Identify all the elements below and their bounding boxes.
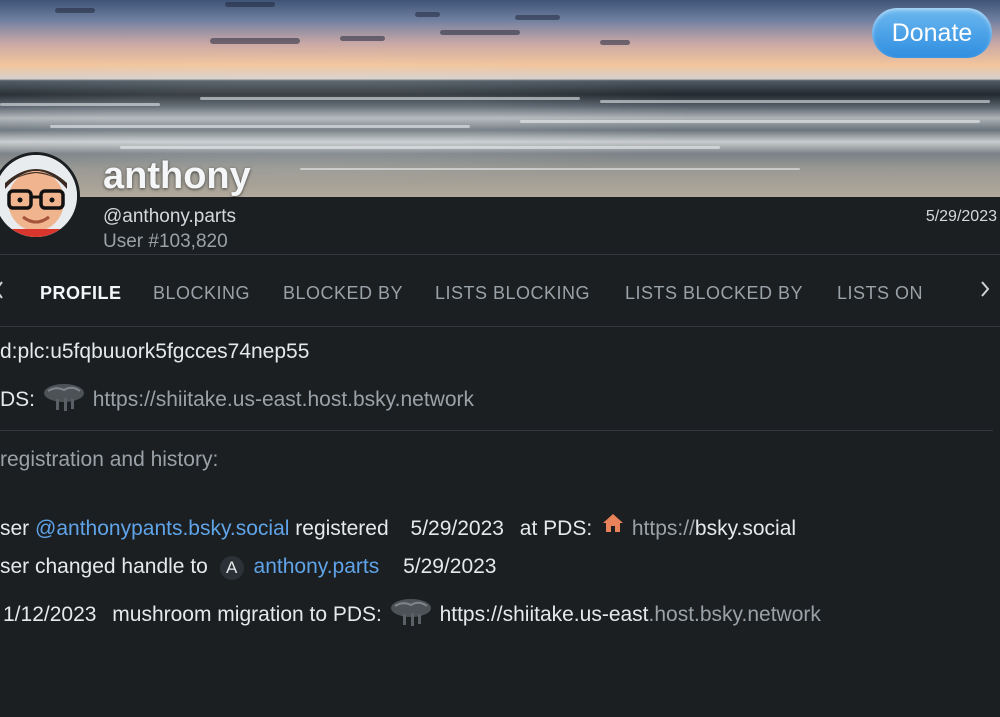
migration-url-rest[interactable]: .host.bsky.network <box>649 603 821 626</box>
history-registered: ser @anthonypants.bsky.social registered… <box>0 513 796 541</box>
migration-date: 1/12/2023 <box>3 603 97 626</box>
divider <box>0 254 1000 255</box>
new-handle-link[interactable]: anthony.parts <box>254 555 380 578</box>
donate-button[interactable]: Donate <box>872 8 992 58</box>
pds-label: DS: <box>0 388 36 411</box>
tab-lists-blocking[interactable]: LISTS BLOCKING <box>435 283 590 304</box>
home-icon <box>602 513 624 539</box>
divider <box>0 326 1000 327</box>
tab-lists-blocked-by[interactable]: LISTS BLOCKED BY <box>625 283 803 304</box>
mushroom-icon <box>42 382 86 418</box>
registered-pds-prefix[interactable]: https:// <box>632 517 695 540</box>
registered-date: 5/29/2023 <box>410 517 504 540</box>
registered-pds-host[interactable]: bsky.social <box>695 517 796 540</box>
pds-row: DS: https://shiitake.us-east.host.bsky.n… <box>0 382 474 418</box>
history-title: registration and history: <box>0 448 219 471</box>
user-number: User #103,820 <box>103 231 228 252</box>
handle-change-date: 5/29/2023 <box>403 555 497 578</box>
tab-bar: PROFILE BLOCKING BLOCKED BY LISTS BLOCKI… <box>0 256 1000 326</box>
chevron-right-icon[interactable] <box>980 280 990 298</box>
tab-blocked-by[interactable]: BLOCKED BY <box>283 283 403 304</box>
history-handle-change: ser changed handle to A anthony.parts 5/… <box>0 555 497 580</box>
registered-handle-link[interactable]: @anthonypants.bsky.social <box>35 517 289 540</box>
registered-verb: registered <box>295 517 389 540</box>
handle-badge-icon: A <box>219 556 244 580</box>
history-migration: 1/12/2023 mushroom migration to PDS: htt… <box>3 597 821 633</box>
mushroom-icon <box>389 597 433 633</box>
tab-lists-on[interactable]: LISTS ON <box>837 283 923 304</box>
joined-date: 5/29/2023 <box>925 208 997 225</box>
did-value: d:plc:u5fqbuuork5fgcces74nep55 <box>0 340 310 363</box>
pds-url-rest[interactable]: .host.bsky.network <box>302 388 474 411</box>
divider <box>0 430 993 431</box>
tab-blocking[interactable]: BLOCKING <box>153 283 250 304</box>
migration-url-main[interactable]: https://shiitake.us-east <box>440 603 649 626</box>
registered-at-label: at PDS: <box>519 517 593 540</box>
profile-name: anthony <box>103 155 251 197</box>
migration-text: mushroom migration to PDS: <box>112 603 382 626</box>
tab-profile[interactable]: PROFILE <box>40 283 122 304</box>
pds-url-main[interactable]: https://shiitake.us-east <box>93 388 302 411</box>
profile-handle: @anthony.parts <box>103 206 237 227</box>
handle-change-text: ser changed handle to <box>0 555 208 578</box>
avatar[interactable] <box>0 152 80 240</box>
chevron-left-icon[interactable] <box>0 280 4 300</box>
history-prefix: ser <box>0 517 30 540</box>
